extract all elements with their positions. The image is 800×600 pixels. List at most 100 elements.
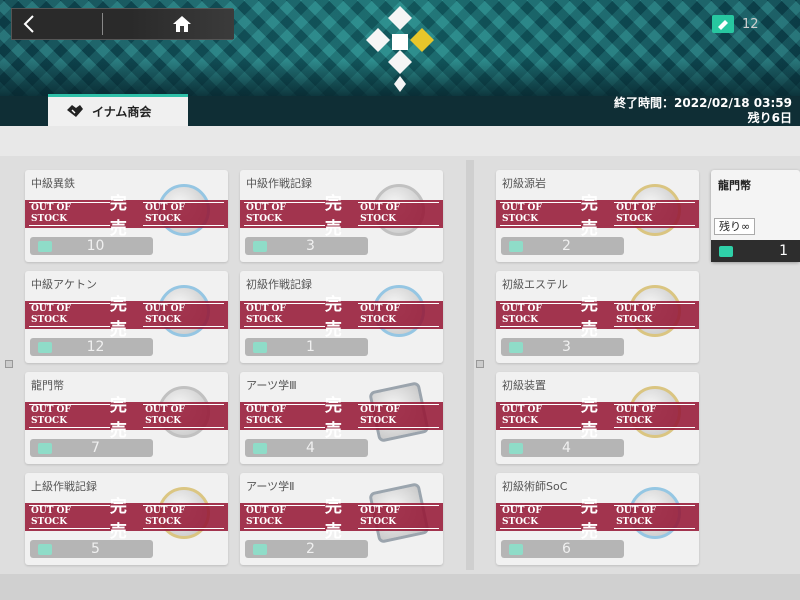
sold-out-label: 完売 (109, 194, 127, 239)
item-image (158, 386, 210, 438)
currency-ticket-icon (719, 245, 733, 257)
price-bar: 2 (501, 237, 624, 255)
special-item-card[interactable]: 龍門幣 残り∞ 1 (711, 170, 800, 262)
special-item-name: 龍門幣 (718, 179, 751, 192)
special-item-remaining: 残り∞ (714, 218, 756, 235)
sold-out-label: 完売 (324, 295, 342, 340)
price-bar: 5 (30, 540, 153, 558)
special-price-bar: 1 (711, 240, 800, 262)
item-image (629, 386, 681, 438)
item-price: 2 (306, 541, 315, 557)
sold-out-label: 完売 (324, 497, 342, 542)
item-card[interactable]: 龍門幣 7 OUT OF STOCK 完売 OUT OF STOCK (25, 372, 228, 464)
currency-ticket-icon (509, 442, 523, 454)
item-card[interactable]: 中級異鉄 10 OUT OF STOCK 完売 OUT OF STOCK (25, 170, 228, 262)
home-icon (173, 16, 191, 32)
item-price: 5 (91, 541, 100, 557)
shop-end-time: 終了時間：2022/02/18 03:59 残り6日 (614, 96, 792, 126)
item-card[interactable]: 中級アケトン 12 OUT OF STOCK 完売 OUT OF STOCK (25, 271, 228, 363)
scroll-marker-right (476, 360, 484, 368)
price-bar: 1 (245, 338, 368, 356)
out-of-stock-label: OUT OF STOCK (29, 303, 110, 327)
currency-value: 12 (742, 16, 759, 32)
price-bar: 10 (30, 237, 153, 255)
sold-out-label: 完売 (109, 396, 127, 441)
item-card[interactable]: アーツ学Ⅱ 2 OUT OF STOCK 完売 OUT OF STOCK (240, 473, 443, 565)
end-time-text: 終了時間：2022/02/18 03:59 (614, 96, 792, 110)
item-name: アーツ学Ⅲ (246, 379, 297, 392)
tab-inam-shop[interactable]: イナム商会 (48, 94, 188, 128)
item-card[interactable]: アーツ学Ⅲ 4 OUT OF STOCK 完売 OUT OF STOCK (240, 372, 443, 464)
item-price: 7 (91, 440, 100, 456)
item-name: 龍門幣 (31, 379, 64, 392)
currency-ticket-icon (253, 442, 267, 454)
nav-divider (102, 13, 103, 35)
item-price: 2 (562, 238, 571, 254)
item-image (629, 487, 681, 539)
out-of-stock-label: OUT OF STOCK (500, 303, 581, 327)
item-name: 中級アケトン (31, 278, 97, 291)
item-card[interactable]: 初級術師SoC 6 OUT OF STOCK 完売 OUT OF STOCK (496, 473, 699, 565)
sold-out-label: 完売 (324, 194, 342, 239)
tab-label: イナム商会 (92, 104, 152, 119)
item-image (629, 285, 681, 337)
item-price: 6 (562, 541, 571, 557)
out-of-stock-label: OUT OF STOCK (244, 202, 325, 226)
item-price: 12 (86, 339, 105, 355)
item-name: 初級作戦記録 (246, 278, 312, 291)
currency-ticket-icon (509, 240, 523, 252)
currency-display: 12 (712, 12, 759, 36)
item-price: 3 (306, 238, 315, 254)
currency-ticket-icon (38, 240, 52, 252)
item-name: 中級作戦記録 (246, 177, 312, 190)
item-card[interactable]: 初級エステル 3 OUT OF STOCK 完売 OUT OF STOCK (496, 271, 699, 363)
item-name: 初級装置 (502, 379, 546, 392)
item-card[interactable]: 上級作戦記録 5 OUT OF STOCK 完売 OUT OF STOCK (25, 473, 228, 565)
price-bar: 12 (30, 338, 153, 356)
item-card[interactable]: 初級作戦記録 1 OUT OF STOCK 完売 OUT OF STOCK (240, 271, 443, 363)
item-image (158, 487, 210, 539)
sold-out-label: 完売 (580, 194, 598, 239)
item-image (158, 184, 210, 236)
out-of-stock-label: OUT OF STOCK (29, 505, 110, 529)
price-bar: 3 (245, 237, 368, 255)
out-of-stock-label: OUT OF STOCK (29, 404, 110, 428)
currency-ticket-icon (509, 341, 523, 353)
sold-out-label: 完売 (580, 396, 598, 441)
currency-ticket-icon (253, 240, 267, 252)
item-card[interactable]: 中級作戦記録 3 OUT OF STOCK 完売 OUT OF STOCK (240, 170, 443, 262)
out-of-stock-label: OUT OF STOCK (244, 303, 325, 327)
item-price: 3 (562, 339, 571, 355)
item-price: 4 (562, 440, 571, 456)
item-name: 初級源岩 (502, 177, 546, 190)
price-bar: 2 (245, 540, 368, 558)
out-of-stock-label: OUT OF STOCK (244, 505, 325, 529)
out-of-stock-label: OUT OF STOCK (500, 202, 581, 226)
item-card[interactable]: 初級源岩 2 OUT OF STOCK 完売 OUT OF STOCK (496, 170, 699, 262)
item-price: 10 (86, 238, 105, 254)
currency-ticket-icon (509, 543, 523, 555)
special-item-price: 1 (779, 243, 788, 259)
price-bar: 4 (501, 439, 624, 457)
back-button[interactable] (12, 9, 102, 39)
item-image (629, 184, 681, 236)
main-top-strip (0, 126, 800, 156)
currency-ticket-icon (253, 543, 267, 555)
price-bar: 4 (245, 439, 368, 457)
currency-ticket-icon (253, 341, 267, 353)
price-bar: 3 (501, 338, 624, 356)
home-button[interactable] (130, 9, 234, 39)
item-card[interactable]: 初級装置 4 OUT OF STOCK 完売 OUT OF STOCK (496, 372, 699, 464)
remaining-days: 残り6日 (747, 111, 792, 125)
item-image (373, 184, 425, 236)
item-image (158, 285, 210, 337)
item-name: アーツ学Ⅱ (246, 480, 295, 493)
sold-out-label: 完売 (580, 295, 598, 340)
scroll-marker-left (5, 360, 13, 368)
bottom-strip (0, 574, 800, 600)
shop-emblem-icon (366, 6, 434, 92)
sold-out-label: 完売 (324, 396, 342, 441)
group-separator (466, 160, 474, 570)
item-name: 上級作戦記録 (31, 480, 97, 493)
price-bar: 7 (30, 439, 153, 457)
